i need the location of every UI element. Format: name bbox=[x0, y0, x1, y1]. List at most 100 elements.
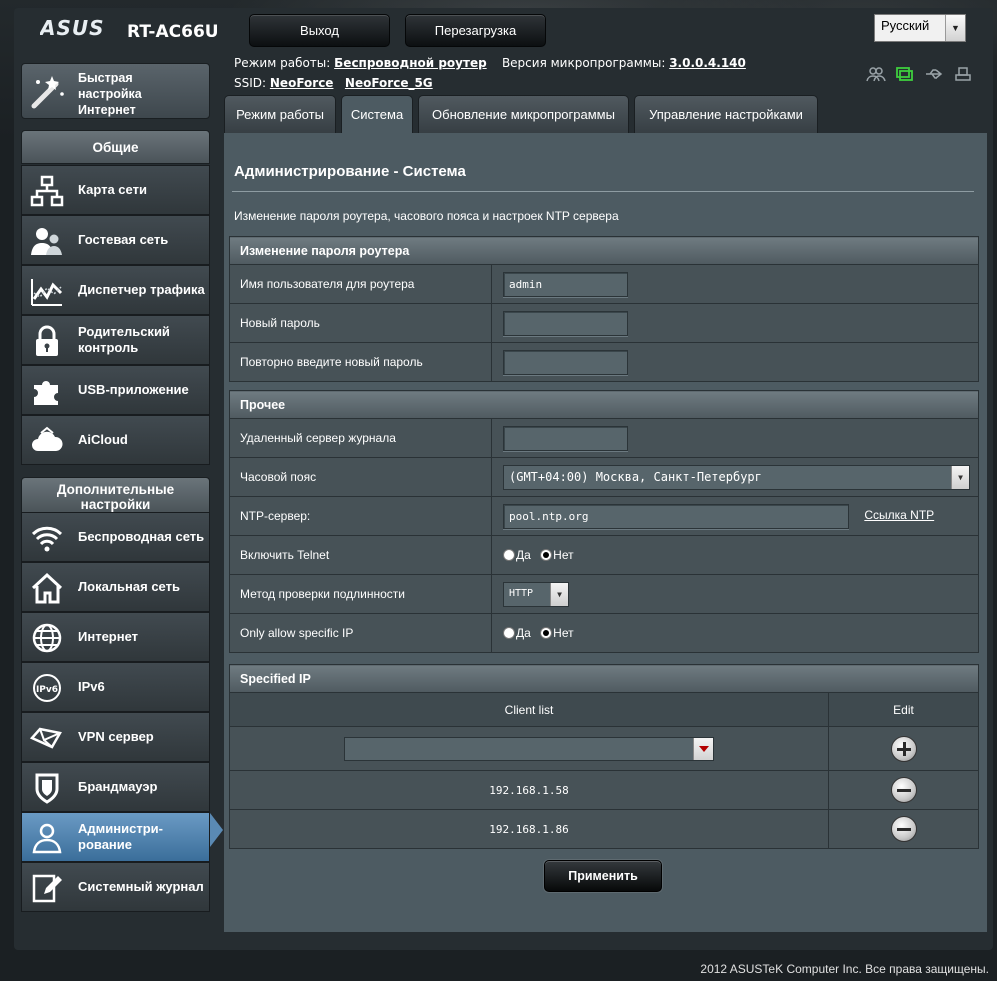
main-panel: Администрирование - Система Изменение па… bbox=[224, 133, 987, 932]
remove-ip-button[interactable] bbox=[890, 816, 917, 842]
active-item-pointer bbox=[210, 813, 223, 847]
sidebar-item-wireless[interactable]: Беспроводная сеть bbox=[21, 512, 210, 562]
status-icons bbox=[866, 66, 973, 82]
puzzle-icon bbox=[30, 375, 64, 407]
auth-method-label: Метод проверки подлинности bbox=[229, 574, 492, 614]
telnet-no-radio[interactable] bbox=[540, 549, 553, 562]
language-value: Русский bbox=[881, 18, 930, 33]
timezone-value: (GMT+04:00) Москва, Санкт-Петербург bbox=[509, 469, 762, 484]
ip-address: 192.168.1.58 bbox=[489, 783, 569, 797]
repeat-password-input[interactable] bbox=[503, 349, 628, 375]
client-list-select[interactable] bbox=[344, 736, 714, 761]
firmware-version-link[interactable]: 3.0.0.4.140 bbox=[669, 56, 746, 70]
password-section-title: Изменение пароля роутера bbox=[229, 236, 979, 265]
repeat-password-label: Повторно введите новый пароль bbox=[229, 342, 492, 382]
sidebar-item-ipv6[interactable]: IPv6 IPv6 bbox=[21, 662, 210, 712]
internet-status-icon[interactable] bbox=[895, 66, 915, 82]
chevron-down-icon: ▼ bbox=[945, 15, 965, 41]
wifi-icon bbox=[30, 522, 64, 554]
tab-firmware-upgrade[interactable]: Обновление микропрограммы bbox=[418, 95, 629, 134]
ssid-link-1[interactable]: NeoForce bbox=[270, 76, 334, 90]
page-description: Изменение пароля роутера, часового пояса… bbox=[234, 209, 619, 223]
new-password-input[interactable] bbox=[503, 310, 628, 336]
specified-ip-title: Specified IP bbox=[229, 664, 979, 693]
ntp-server-input[interactable]: pool.ntp.org bbox=[503, 503, 849, 529]
globe-icon bbox=[30, 622, 64, 654]
misc-section-title: Прочее bbox=[229, 390, 979, 419]
asus-logo: ASUS bbox=[38, 16, 112, 44]
sidebar-item-system-log[interactable]: Системный журнал bbox=[21, 862, 210, 912]
sidebar-item-guest-network[interactable]: Гостевая сеть bbox=[21, 215, 210, 265]
username-label: Имя пользователя для роутера bbox=[229, 264, 492, 304]
specific-ip-yes-radio[interactable] bbox=[503, 627, 515, 640]
auth-method-value: HTTP bbox=[509, 587, 534, 599]
timezone-select[interactable]: (GMT+04:00) Москва, Санкт-Петербург ▼ bbox=[503, 464, 970, 490]
log-server-label: Удаленный сервер журнала bbox=[229, 418, 492, 458]
svg-text:ASUS: ASUS bbox=[40, 18, 105, 38]
sidebar-item-network-map[interactable]: Карта сети bbox=[21, 165, 210, 215]
sidebar-item-vpn-server[interactable]: VPN сервер bbox=[21, 712, 210, 762]
ssid-link-2[interactable]: NeoForce_5G bbox=[345, 76, 433, 90]
shield-icon bbox=[30, 772, 64, 804]
apply-button[interactable]: Применить bbox=[544, 860, 662, 892]
specific-ip-no-radio[interactable] bbox=[540, 627, 553, 640]
password-table: Изменение пароля роутера Имя пользовател… bbox=[229, 236, 979, 382]
tab-system[interactable]: Система bbox=[341, 95, 413, 134]
timezone-label: Часовой пояс bbox=[229, 457, 492, 497]
quick-setup-label: Быстрая настройка Интернет bbox=[78, 71, 142, 117]
tab-settings-management[interactable]: Управление настройками bbox=[634, 95, 818, 134]
sidebar-item-traffic-manager[interactable]: Диспетчер трафика bbox=[21, 265, 210, 315]
clients-icon[interactable] bbox=[866, 66, 886, 82]
network-map-icon bbox=[30, 175, 64, 207]
add-ip-button[interactable] bbox=[890, 735, 917, 762]
ntp-link[interactable]: Ссылка NTP bbox=[864, 508, 934, 522]
ssid-info: SSID: NeoForce NeoForce_5G bbox=[234, 76, 433, 90]
log-server-input[interactable] bbox=[503, 425, 628, 451]
operation-mode-info: Режим работы: Беспроводной роутер Версия… bbox=[234, 56, 746, 70]
printer-icon[interactable] bbox=[953, 66, 973, 82]
cloud-icon bbox=[30, 425, 64, 457]
specified-ip-table: Specified IP Client list Edit 192.168.1.… bbox=[229, 664, 979, 849]
telnet-yes-radio[interactable] bbox=[503, 549, 515, 562]
general-section-title: Общие bbox=[21, 130, 210, 164]
quick-setup-button[interactable]: Быстрая настройка Интернет bbox=[21, 63, 210, 119]
table-row: 192.168.1.58 bbox=[229, 770, 829, 810]
vpn-icon bbox=[29, 722, 64, 754]
telnet-label: Включить Telnet bbox=[229, 535, 492, 575]
lock-icon bbox=[30, 325, 64, 357]
log-edit-icon bbox=[30, 872, 64, 904]
svg-text:IPv6: IPv6 bbox=[36, 685, 58, 695]
sidebar-item-aicloud[interactable]: AiCloud bbox=[21, 415, 210, 465]
specific-ip-label: Only allow specific IP bbox=[229, 613, 492, 653]
ntp-server-label: NTP-сервер: bbox=[229, 496, 492, 536]
home-icon bbox=[30, 572, 64, 604]
sidebar-item-administration[interactable]: Администри-рование bbox=[21, 812, 210, 862]
username-input[interactable]: admin bbox=[503, 271, 628, 297]
chevron-down-icon bbox=[693, 737, 713, 760]
page-title: Администрирование - Система bbox=[234, 163, 466, 180]
chevron-down-icon: ▼ bbox=[951, 465, 969, 489]
sidebar-item-usb-application[interactable]: USB-приложение bbox=[21, 365, 210, 415]
ipv6-icon: IPv6 bbox=[30, 672, 64, 704]
magic-wand-icon bbox=[30, 72, 66, 113]
model-name: RT-AC66U bbox=[127, 22, 219, 42]
sidebar-item-internet[interactable]: Интернет bbox=[21, 612, 210, 662]
chevron-down-icon: ▼ bbox=[550, 582, 568, 606]
advanced-section-title: Дополнительные настройки bbox=[21, 477, 210, 513]
tab-operation-mode[interactable]: Режим работы bbox=[224, 95, 336, 134]
auth-method-select[interactable]: HTTP ▼ bbox=[503, 581, 569, 607]
user-admin-icon bbox=[30, 822, 64, 854]
usb-icon[interactable] bbox=[924, 66, 944, 82]
remove-ip-button[interactable] bbox=[890, 777, 917, 803]
ip-address: 192.168.1.86 bbox=[489, 822, 569, 836]
client-list-header: Client list bbox=[229, 692, 829, 727]
guest-network-icon bbox=[30, 225, 64, 257]
sidebar-item-parental-control[interactable]: Родительский контроль bbox=[21, 315, 210, 365]
operation-mode-link[interactable]: Беспроводной роутер bbox=[334, 56, 487, 70]
sidebar-item-firewall[interactable]: Брандмауэр bbox=[21, 762, 210, 812]
copyright-footer: 2012 ASUSTeK Computer Inc. Все права защ… bbox=[700, 962, 989, 976]
logout-button[interactable]: Выход bbox=[249, 14, 390, 47]
reboot-button[interactable]: Перезагрузка bbox=[405, 14, 546, 47]
language-select[interactable]: Русский ▼ bbox=[874, 14, 966, 42]
sidebar-item-lan[interactable]: Локальная сеть bbox=[21, 562, 210, 612]
